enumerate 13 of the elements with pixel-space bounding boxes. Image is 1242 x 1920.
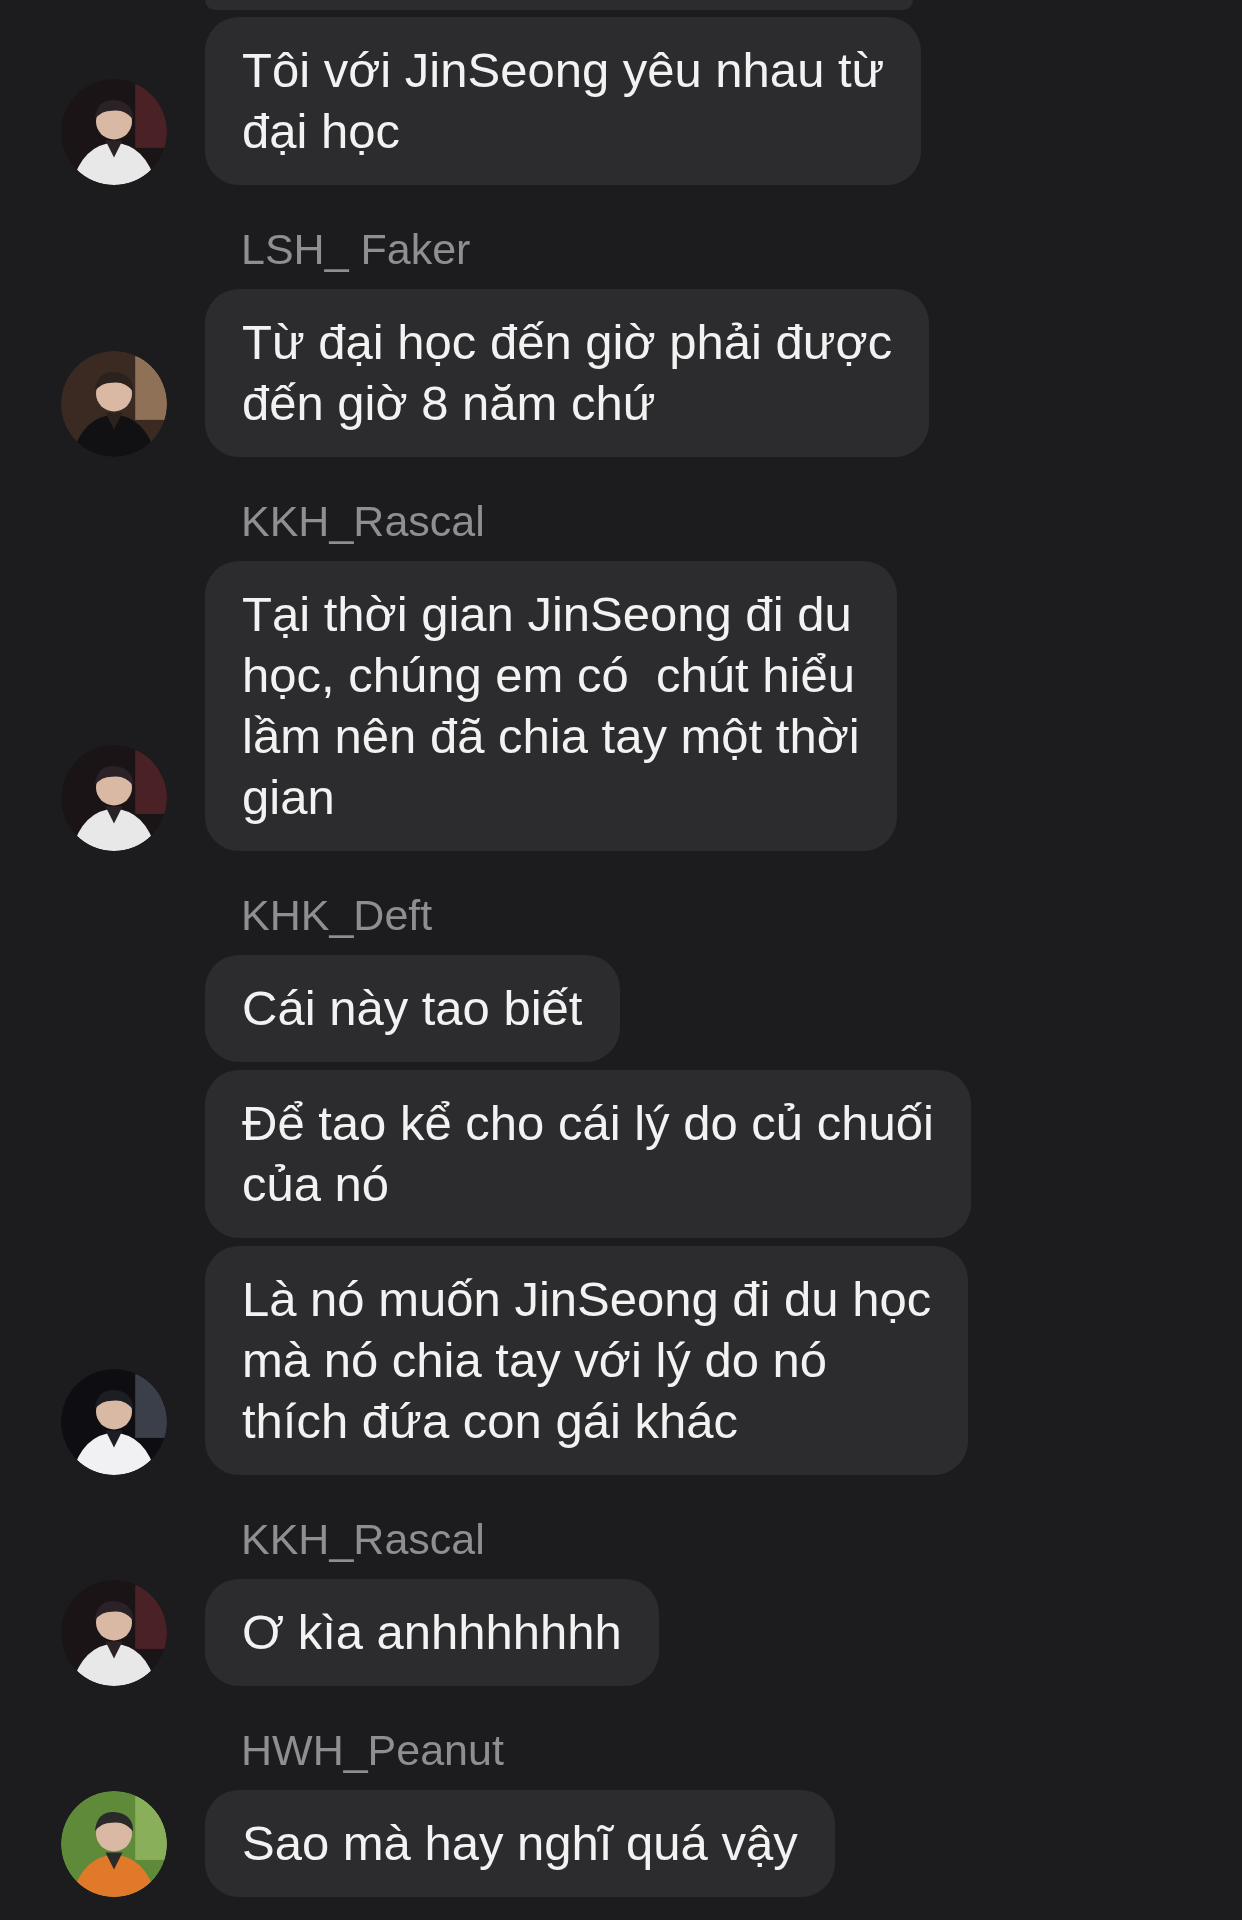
message-bubble: Cái này tao biết <box>205 955 620 1062</box>
message-bubble: Từ đại học đến giờ phải được đến giờ 8 năm chứ <box>205 289 930 457</box>
sender-name: KKH_Rascal <box>241 497 486 545</box>
message-bubble: Tôi với JinSeong yêu nhau từ đại học <box>205 17 922 185</box>
message-bubble: Sao mà hay nghĩ quá vậy <box>205 1790 835 1897</box>
sender-name: KHK_Deft <box>241 891 434 939</box>
message-bubble: Tại thời gian JinSeong đi du học, chúng em có chút hiểu lầm nên đã chia tay một thời gian <box>205 561 897 851</box>
sender-name: KKH_Rascal <box>241 1515 486 1563</box>
sender-name: LSH_ Faker <box>241 225 472 273</box>
message-bubble: Là nó muốn JinSeong đi du học mà nó chia tay với lý do nó thích đứa con gái khác <box>205 1246 969 1475</box>
sender-name: HWH_Peanut <box>241 1726 505 1774</box>
message-bubble: Ơ kìa anhhhhhhh <box>205 1579 659 1686</box>
message-bubble: Để tao kể cho cái lý do củ chuối của nó <box>205 1070 971 1238</box>
